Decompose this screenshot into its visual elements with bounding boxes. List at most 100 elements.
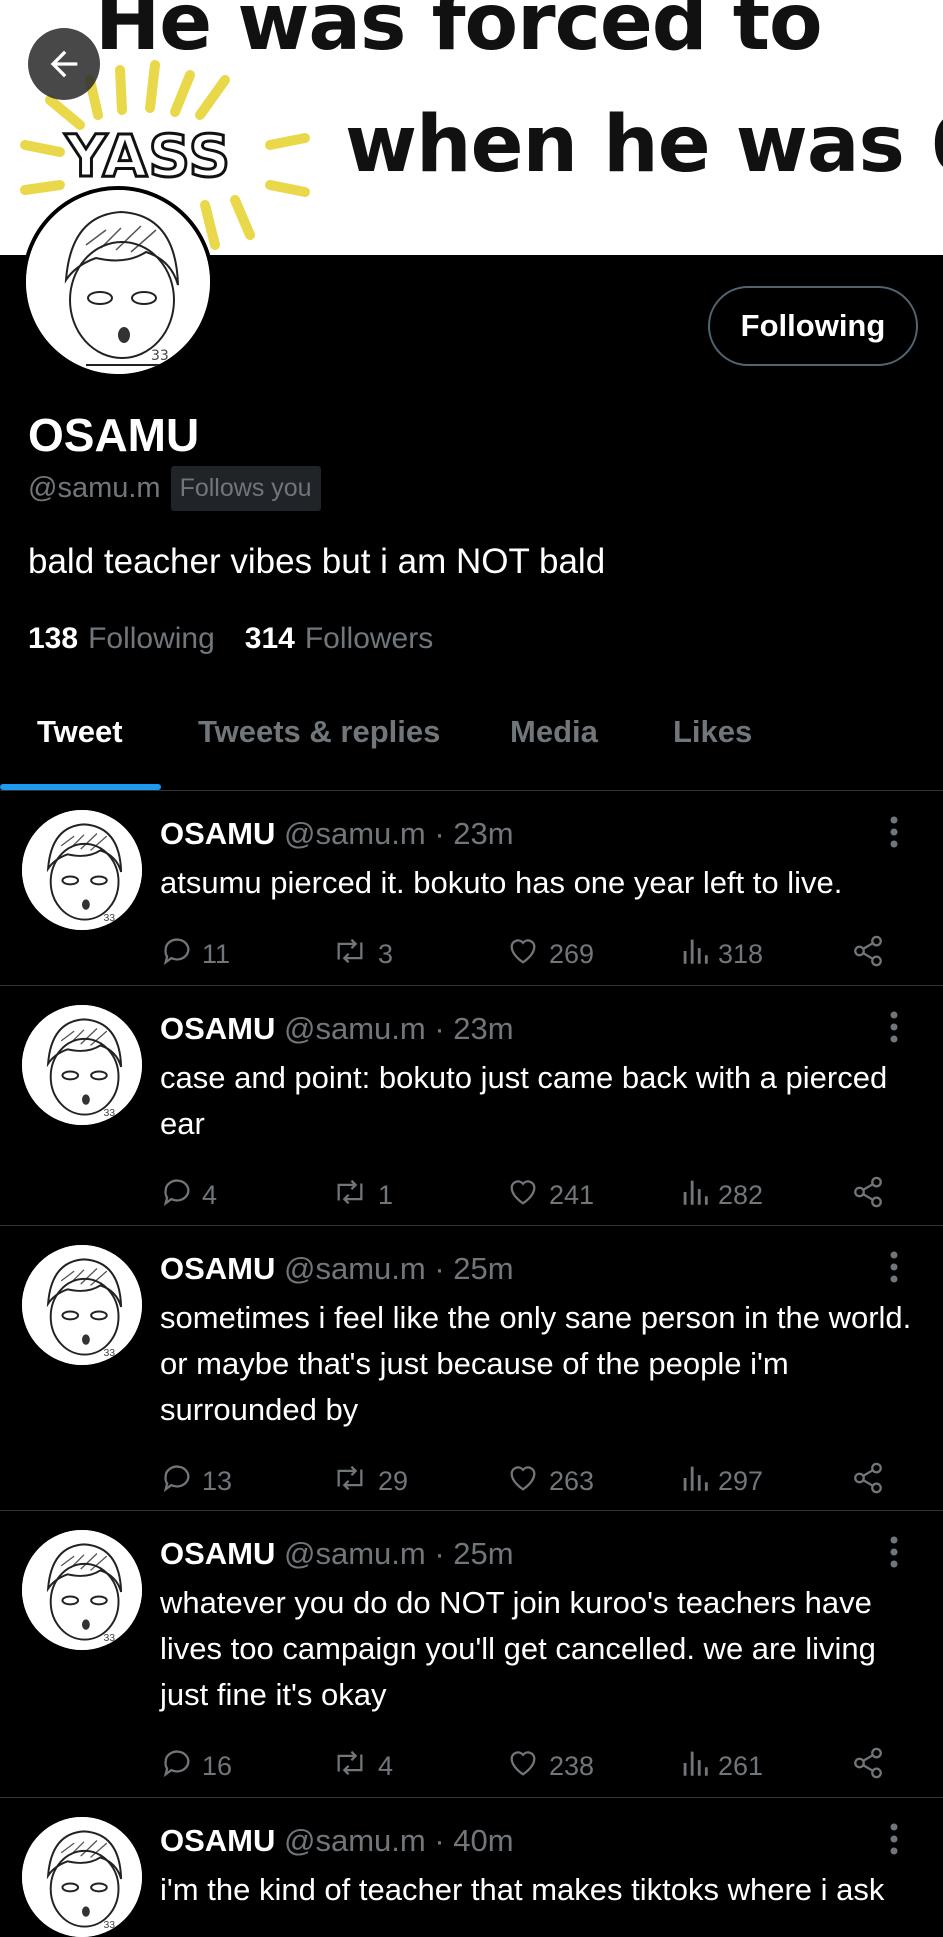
share-button[interactable] xyxy=(850,934,894,975)
back-button[interactable] xyxy=(28,28,100,100)
like-button[interactable]: 263 xyxy=(505,1461,594,1502)
tweet[interactable]: 33 OSAMU @samu.m · 25m whatever you do do … xyxy=(0,1510,943,1798)
tweet-meta: @samu.m · 23m xyxy=(284,816,514,851)
following-count[interactable]: 138 xyxy=(28,622,78,656)
reply-icon xyxy=(160,934,202,975)
tweet-avatar[interactable]: 33 xyxy=(22,1005,142,1125)
share-button[interactable] xyxy=(850,1746,894,1787)
share-icon xyxy=(850,1175,894,1216)
anime-face-avatar-icon: 33 xyxy=(26,190,210,374)
bio: bald teacher vibes but i am NOT bald xyxy=(28,542,606,581)
tweet-meta: @samu.m · 25m xyxy=(284,1251,514,1286)
profile-avatar[interactable]: 33 xyxy=(22,186,214,378)
tweet-author-name[interactable]: OSAMU xyxy=(160,1011,275,1046)
tweet-header: OSAMU @samu.m · 25m xyxy=(160,1536,514,1572)
views-bar-icon xyxy=(680,934,718,975)
tab-media[interactable]: Media xyxy=(510,714,598,750)
reply-count: 16 xyxy=(202,1751,233,1781)
heart-icon xyxy=(505,1746,549,1787)
more-options-icon[interactable] xyxy=(884,814,904,850)
tweet[interactable]: 33 OSAMU @samu.m · 25m sometimes i feel li… xyxy=(0,1225,943,1511)
svg-text:33: 33 xyxy=(104,1633,116,1644)
tweet-actions: 4 1 241 282 xyxy=(160,1175,900,1215)
tweet-author-name[interactable]: OSAMU xyxy=(160,1823,275,1858)
tweet-text: sometimes i feel like the only sane pers… xyxy=(160,1300,912,1427)
tab-tweets-replies[interactable]: Tweets & replies xyxy=(198,714,440,750)
reply-count: 13 xyxy=(202,1466,233,1496)
tweet-meta: @samu.m · 40m xyxy=(284,1823,514,1858)
tweet-text: case and point: bokuto just came back wi… xyxy=(160,1060,888,1141)
reply-button[interactable]: 16 xyxy=(160,1746,232,1787)
svg-text:33: 33 xyxy=(151,348,169,364)
reply-count: 11 xyxy=(202,939,231,969)
follows-you-badge: Follows you xyxy=(170,466,321,511)
banner-text-line2: when he was 6 xyxy=(345,100,943,190)
view-count: 261 xyxy=(718,1751,764,1781)
more-options-icon[interactable] xyxy=(884,1249,904,1285)
share-icon xyxy=(850,1746,894,1787)
tweet[interactable]: 33 OSAMU @samu.m · 40m i'm the kind of tea… xyxy=(0,1797,943,1937)
tweet-author-name[interactable]: OSAMU xyxy=(160,1251,275,1286)
heart-icon xyxy=(505,1461,549,1502)
reply-button[interactable]: 13 xyxy=(160,1461,232,1502)
tweet-header: OSAMU @samu.m · 40m xyxy=(160,1823,514,1859)
reply-icon xyxy=(160,1175,202,1216)
views-button[interactable]: 318 xyxy=(680,934,763,975)
tweet-avatar[interactable]: 33 xyxy=(22,1817,142,1937)
tweet-avatar[interactable]: 33 xyxy=(22,810,142,930)
tweet-actions: 13 29 263 297 xyxy=(160,1461,900,1501)
retweet-button[interactable]: 1 xyxy=(330,1175,393,1216)
more-options-icon[interactable] xyxy=(884,1821,904,1857)
share-button[interactable] xyxy=(850,1461,894,1502)
reply-button[interactable]: 11 xyxy=(160,934,230,975)
like-count: 269 xyxy=(549,939,595,969)
following-button[interactable]: Following xyxy=(708,286,918,366)
like-button[interactable]: 241 xyxy=(505,1175,594,1216)
retweet-icon xyxy=(330,1175,378,1216)
svg-text:33: 33 xyxy=(104,913,116,924)
more-options-icon[interactable] xyxy=(884,1534,904,1570)
display-name: OSAMU xyxy=(28,409,200,461)
heart-icon xyxy=(505,1175,549,1216)
followers-label[interactable]: Followers xyxy=(305,622,433,656)
following-label[interactable]: Following xyxy=(88,622,215,656)
tweet-text: atsumu pierced it. bokuto has one year l… xyxy=(160,865,843,900)
tweet-text: whatever you do do NOT join kuroo's teac… xyxy=(160,1585,876,1712)
tweet-actions: 16 4 238 261 xyxy=(160,1746,900,1786)
tweet-author-name[interactable]: OSAMU xyxy=(160,1536,275,1571)
svg-text:33: 33 xyxy=(104,1920,116,1931)
tweet[interactable]: 33 OSAMU @samu.m · 23m atsumu pierced it. … xyxy=(0,790,943,986)
like-button[interactable]: 269 xyxy=(505,934,594,975)
tweet-header: OSAMU @samu.m · 23m xyxy=(160,816,514,852)
tweet-meta: @samu.m · 23m xyxy=(284,1011,514,1046)
retweet-button[interactable]: 3 xyxy=(330,934,393,975)
reply-icon xyxy=(160,1461,202,1502)
views-button[interactable]: 282 xyxy=(680,1175,763,1216)
views-bar-icon xyxy=(680,1746,718,1787)
reply-icon xyxy=(160,1746,202,1787)
retweet-button[interactable]: 4 xyxy=(330,1746,393,1787)
views-bar-icon xyxy=(680,1175,718,1216)
tab-tweet[interactable]: Tweet xyxy=(37,714,123,750)
tweet-avatar[interactable]: 33 xyxy=(22,1245,142,1365)
more-options-icon[interactable] xyxy=(884,1009,904,1045)
svg-text:33: 33 xyxy=(104,1348,116,1359)
followers-count[interactable]: 314 xyxy=(245,622,295,656)
tab-likes[interactable]: Likes xyxy=(673,714,752,750)
views-button[interactable]: 261 xyxy=(680,1746,763,1787)
reply-button[interactable]: 4 xyxy=(160,1175,217,1216)
tweet-text: i'm the kind of teacher that makes tikto… xyxy=(160,1872,885,1907)
like-button[interactable]: 238 xyxy=(505,1746,594,1787)
like-count: 263 xyxy=(549,1466,595,1496)
views-button[interactable]: 297 xyxy=(680,1461,763,1502)
tweet[interactable]: 33 OSAMU @samu.m · 23m case and point: bok… xyxy=(0,985,943,1226)
tweet-author-name[interactable]: OSAMU xyxy=(160,816,275,851)
retweet-button[interactable]: 29 xyxy=(330,1461,408,1502)
tweet-header: OSAMU @samu.m · 23m xyxy=(160,1011,514,1047)
reply-count: 4 xyxy=(202,1180,218,1210)
retweet-count: 1 xyxy=(378,1180,394,1210)
share-button[interactable] xyxy=(850,1175,894,1216)
tweet-avatar[interactable]: 33 xyxy=(22,1530,142,1650)
handle-row: @samu.m Follows you xyxy=(28,466,321,511)
view-count: 318 xyxy=(718,939,764,969)
